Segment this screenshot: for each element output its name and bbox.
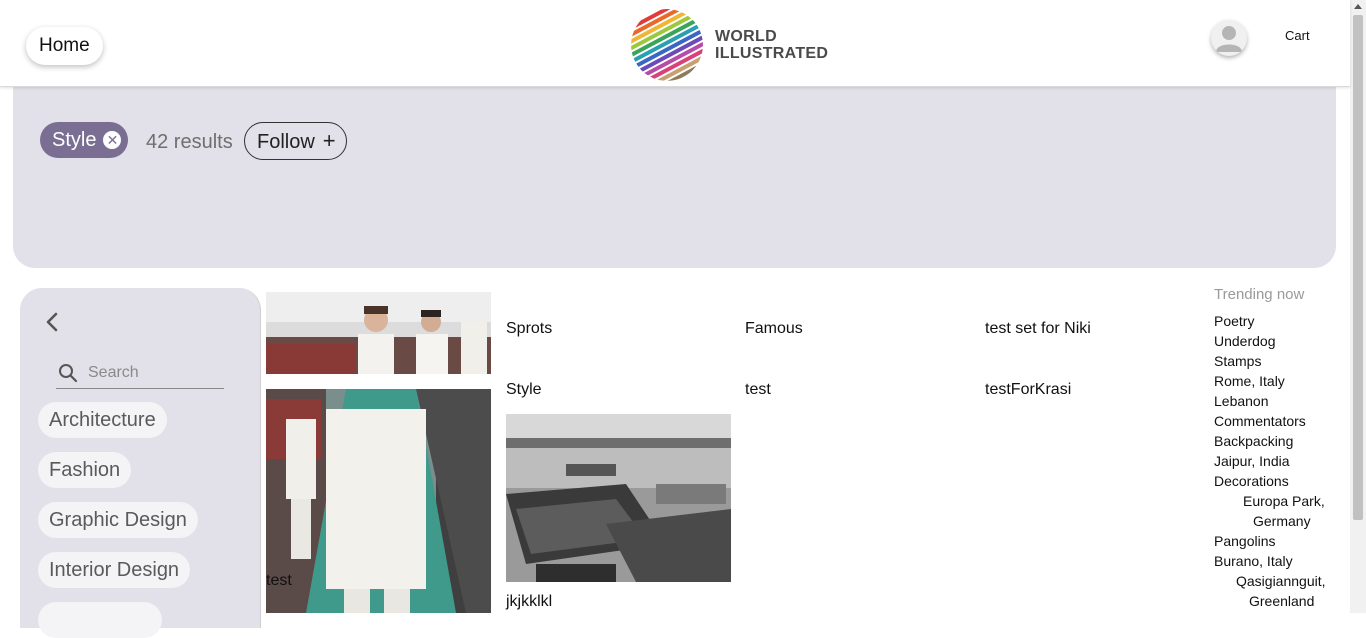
logo-globe-icon xyxy=(631,9,703,81)
grid-item-label[interactable]: Sprots xyxy=(506,320,552,338)
trending-title: Trending now xyxy=(1214,286,1305,303)
trending-item[interactable]: Jaipur, India xyxy=(1214,451,1290,471)
category-chip-partial[interactable] xyxy=(38,602,162,638)
tag-banner: Style ✕ 42 results Follow + xyxy=(13,87,1336,268)
scrollbar-thumb[interactable] xyxy=(1353,15,1363,520)
follow-label: Follow xyxy=(257,131,315,153)
active-tag-chip: Style ✕ xyxy=(40,122,129,158)
grid-item-label[interactable]: test xyxy=(266,572,292,590)
search-input[interactable] xyxy=(88,361,222,385)
trending-item[interactable]: Greenland xyxy=(1249,591,1314,611)
page-scrollbar[interactable] xyxy=(1350,0,1366,613)
trending-item[interactable]: Poetry xyxy=(1214,311,1254,331)
trending-item[interactable]: Rome, Italy xyxy=(1214,371,1285,391)
trending-item[interactable]: Underdog xyxy=(1214,331,1276,351)
results-count: 42 results xyxy=(146,131,233,153)
logo-line-2: ILLUSTRATED xyxy=(715,45,829,62)
trending-item[interactable]: Decorations xyxy=(1214,471,1289,491)
grid-item-label[interactable]: testForKrasi xyxy=(985,381,1071,399)
trending-item[interactable]: Burano, Italy xyxy=(1214,551,1293,571)
home-button[interactable]: Home xyxy=(26,27,103,65)
chevron-left-icon[interactable] xyxy=(42,310,62,334)
grid-item-label[interactable]: test set for Niki xyxy=(985,320,1091,338)
fashion-walkway-thumbnail[interactable] xyxy=(266,389,491,613)
user-avatar-icon[interactable] xyxy=(1211,20,1247,56)
close-icon[interactable]: ✕ xyxy=(103,131,122,149)
search-icon xyxy=(58,363,78,383)
follow-button[interactable]: Follow + xyxy=(244,122,347,160)
category-sidebar: Architecture Fashion Graphic Design Inte… xyxy=(20,288,261,638)
plus-icon: + xyxy=(322,128,336,153)
grid-item-label[interactable]: test xyxy=(745,381,771,399)
sidebar-search xyxy=(56,360,224,389)
category-chip-fashion[interactable]: Fashion xyxy=(38,452,132,488)
grid-item-label[interactable]: jkjkklkl xyxy=(506,593,552,611)
trending-item[interactable]: Germany xyxy=(1253,511,1311,531)
grid-item-label[interactable]: Famous xyxy=(745,320,803,338)
cart-link[interactable]: Cart xyxy=(1285,28,1310,43)
active-tag-label: Style xyxy=(52,129,97,151)
fashion-runway-thumbnail[interactable] xyxy=(266,292,491,374)
harbor-boats-thumbnail[interactable] xyxy=(506,414,731,582)
trending-item[interactable]: Backpacking xyxy=(1214,431,1293,451)
category-chip-interior-design[interactable]: Interior Design xyxy=(38,552,191,588)
logo-line-1: WORLD xyxy=(715,28,777,45)
trending-item[interactable]: Lebanon xyxy=(1214,391,1269,411)
trending-item[interactable]: Stamps xyxy=(1214,351,1261,371)
top-header: Home WORLD ILLUSTRATED Cart xyxy=(0,0,1350,87)
trending-item[interactable]: Europa Park, xyxy=(1243,491,1325,511)
scroll-up-arrow-icon[interactable] xyxy=(1354,4,1362,9)
trending-item[interactable]: Commentators xyxy=(1214,411,1306,431)
logo-text: WORLD ILLUSTRATED xyxy=(715,28,828,62)
category-chip-architecture[interactable]: Architecture xyxy=(38,402,167,438)
trending-item[interactable]: Qasigiannguit, xyxy=(1236,571,1326,591)
logo[interactable]: WORLD ILLUSTRATED xyxy=(630,8,830,82)
category-chip-graphic-design[interactable]: Graphic Design xyxy=(38,502,198,538)
trending-item[interactable]: Pangolins xyxy=(1214,531,1276,551)
grid-item-label[interactable]: Style xyxy=(506,381,542,399)
